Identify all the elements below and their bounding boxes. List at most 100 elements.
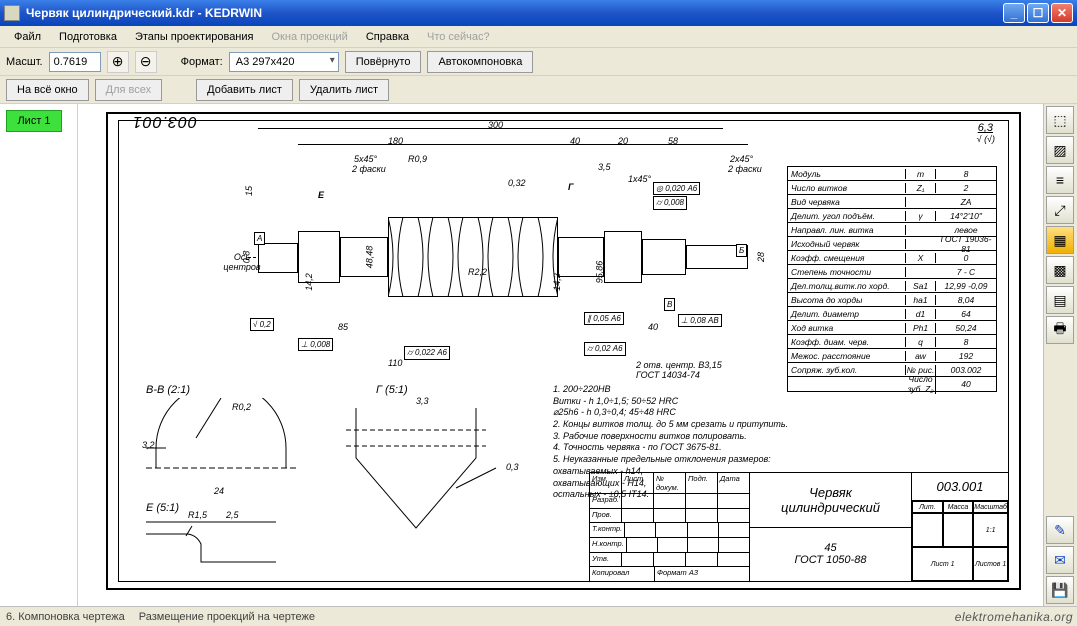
surface-roughness-sym: √ (√)	[977, 134, 995, 144]
tol4: ⌭ 0,02 А6	[584, 342, 626, 356]
datum-a: А	[254, 232, 265, 245]
d3: 14,2	[552, 273, 562, 291]
d4: 95,86	[594, 261, 604, 284]
detail-bb-label: В-В (2:1)	[146, 384, 190, 396]
chamfer-2-note: 2 фаски	[728, 164, 762, 174]
menu-help[interactable]: Справка	[358, 29, 417, 45]
menu-proj-windows: Окна проекций	[264, 29, 356, 45]
centers-note: 2 отв. центр. В3,15 ГОСТ 14034-74	[636, 360, 722, 380]
tool-titleblock-icon[interactable]: ▦	[1046, 226, 1074, 254]
tool-grid-icon[interactable]: ▤	[1046, 286, 1074, 314]
part-name: Червяк цилиндрический	[750, 473, 911, 528]
d2: 48,48	[364, 246, 374, 269]
close-button[interactable]: ✕	[1051, 3, 1073, 23]
detail-g-label: Г (5:1)	[376, 384, 408, 396]
rotated-button[interactable]: Повёрнуто	[345, 51, 422, 73]
app-icon	[4, 5, 20, 21]
sheet-list: Лист 1	[0, 104, 78, 606]
tol1: ⌭ 0,022 А6	[404, 346, 450, 360]
g-33: 3,3	[416, 396, 429, 406]
detail-e-label: Е (5:1)	[146, 502, 179, 514]
dim-15: 15	[244, 186, 254, 196]
drawing-number-top: 003.001	[132, 112, 197, 130]
bb-32: 3,2	[142, 440, 155, 450]
d5: 28	[756, 252, 766, 262]
dim-35: 3,5	[598, 162, 611, 172]
main-view: 300 180 40 20 58 5x45° 2 фаски R0,9 0,32…	[258, 122, 723, 357]
chamfer-1-note: 2 фаски	[352, 164, 386, 174]
tool-section-icon[interactable]: ⬚	[1046, 106, 1074, 134]
detail-views: В-В (2:1) 3,2 24 R0,2 Е (5:1) R1,5 2,5 Г…	[136, 384, 596, 574]
title-block: Изм.Лист№ докум.Подп.Дата Разраб. Пров. …	[589, 472, 1009, 582]
window-title: Червяк цилиндрический.kdr - KEDRWIN	[26, 6, 262, 20]
chamfer-1: 5x45°	[354, 154, 377, 164]
dim-110: 110	[388, 358, 402, 368]
tool-print-icon[interactable]: 🖶	[1046, 316, 1074, 344]
tool-layers-icon[interactable]: ≡	[1046, 166, 1074, 194]
statusbar: 6. Компоновка чертежа Размещение проекци…	[0, 606, 1077, 626]
tol-ra02: √ 0,2	[250, 318, 274, 331]
datum-b-2: B	[664, 298, 675, 311]
for-all-button: Для всех	[95, 79, 162, 101]
delete-sheet-button[interactable]: Удалить лист	[299, 79, 389, 101]
zoom-out-button[interactable]: ⊖	[135, 51, 157, 73]
bb-24: 24	[214, 486, 224, 496]
toolbar-1: Масшт. ⊕ ⊖ Формат: А3 297x420 Повёрнуто …	[0, 48, 1077, 76]
tool-save-icon[interactable]: 💾	[1046, 576, 1074, 604]
tol3: ∥ 0,05 А6	[584, 312, 624, 325]
detail-bb-icon	[136, 398, 306, 498]
tool-dims-icon[interactable]: ⤢	[1046, 196, 1074, 224]
dim-1x45: 1x45°	[628, 174, 651, 184]
bb-r02: R0,2	[232, 402, 251, 412]
worm-thread-icon	[388, 217, 558, 297]
workarea: Лист 1 003.001 6,3 √ (√) 300 180 40 20 5…	[0, 104, 1043, 606]
zoom-in-button[interactable]: ⊕	[107, 51, 129, 73]
tol2b: ⊥ 0,008	[298, 338, 333, 351]
datum-b: Б	[736, 244, 747, 257]
menu-prep[interactable]: Подготовка	[51, 29, 125, 45]
scale-input[interactable]	[49, 52, 101, 72]
drawing-canvas[interactable]: 003.001 6,3 √ (√) 300 180 40 20 58 5x45°…	[78, 104, 1043, 606]
maximize-button[interactable]: ☐	[1027, 3, 1049, 23]
r22: R2,2	[468, 267, 487, 277]
e-r15: R1,5	[188, 510, 207, 520]
scale-label: Масшт.	[6, 56, 43, 68]
status-hint: Размещение проекций на чертеже	[139, 611, 315, 623]
zoom-in-icon: ⊕	[112, 53, 124, 70]
radius-09: R0,9	[408, 154, 427, 164]
parameter-table: Модульm8Число витковZ₁2Вид червякаZAДели…	[787, 166, 997, 392]
add-sheet-button[interactable]: Добавить лист	[196, 79, 293, 101]
tool-note-icon[interactable]: ✎	[1046, 516, 1074, 544]
format-select[interactable]: А3 297x420	[229, 52, 339, 72]
zoom-out-icon: ⊖	[140, 53, 152, 70]
chamfer-2: 2x45°	[730, 154, 753, 164]
detail-e-icon	[146, 514, 286, 570]
menu-stages[interactable]: Этапы проектирования	[127, 29, 262, 45]
mark-e: Е	[318, 190, 324, 200]
tool-hatch-icon[interactable]: ▩	[1046, 256, 1074, 284]
detail-g-icon	[346, 398, 526, 538]
menubar: Файл Подготовка Этапы проектирования Окн…	[0, 26, 1077, 48]
menu-file[interactable]: Файл	[6, 29, 49, 45]
mark-g: Г	[568, 182, 574, 192]
tol7: ⊥ 0,08 АВ	[678, 314, 722, 327]
minimize-button[interactable]: _	[1003, 3, 1025, 23]
drawing-number: 003.001	[912, 473, 1008, 501]
autolayout-button[interactable]: Автокомпоновка	[427, 51, 533, 73]
g-03: 0,3	[506, 462, 519, 472]
material: 45 ГОСТ 1050-88	[750, 528, 911, 582]
tool-view-icon[interactable]: ▨	[1046, 136, 1074, 164]
sheet-tab-1[interactable]: Лист 1	[6, 110, 62, 132]
dim-85: 85	[338, 322, 348, 332]
axis-label: Ось центров	[222, 252, 262, 272]
format-label: Формат:	[181, 56, 223, 68]
status-step: 6. Компоновка чертежа	[6, 611, 125, 623]
dim-40-bot: 40	[648, 322, 658, 332]
tool-mail-icon[interactable]: ✉	[1046, 546, 1074, 574]
dim-032: 0,32	[508, 178, 526, 188]
worm-shaft	[258, 217, 723, 297]
titlebar: Червяк цилиндрический.kdr - KEDRWIN _ ☐ …	[0, 0, 1077, 26]
watermark: elektromehanika.org	[955, 610, 1073, 624]
d1: 14,2	[304, 273, 314, 291]
fit-window-button[interactable]: На всё окно	[6, 79, 89, 101]
